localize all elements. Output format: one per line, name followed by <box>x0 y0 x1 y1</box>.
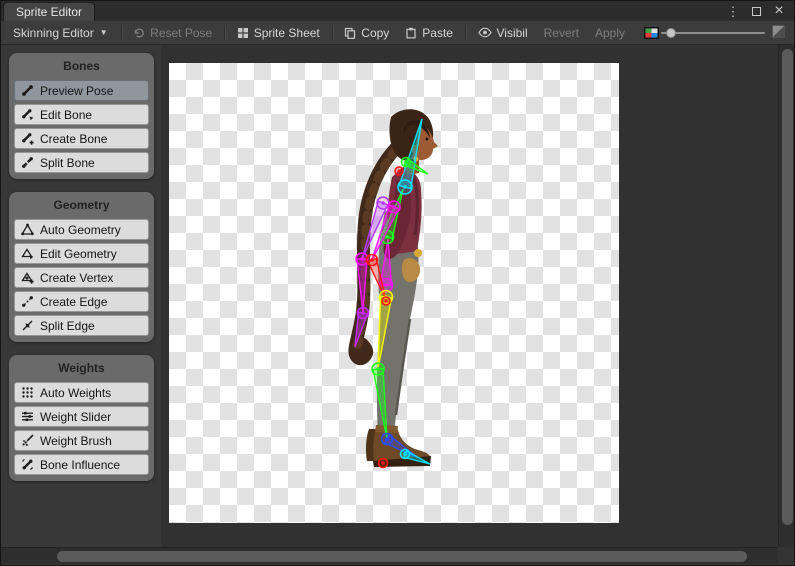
more-menu-icon[interactable]: ⋮ <box>726 4 740 18</box>
toolbar-divider <box>332 25 333 40</box>
vertical-scrollbar-thumb[interactable] <box>782 49 793 525</box>
auto-geometry-icon <box>21 223 34 236</box>
scrollbar-corner <box>778 547 795 564</box>
copy-icon <box>344 27 356 39</box>
weights-panel: Weights Auto Weights Weight Slider Weigh… <box>9 355 154 481</box>
create-edge-button[interactable]: Create Edge <box>14 291 149 312</box>
preview-pose-button[interactable]: Preview Pose <box>14 80 149 101</box>
apply-button[interactable]: Apply <box>588 24 632 42</box>
sprite-workspace[interactable] <box>169 63 619 523</box>
horizontal-scrollbar[interactable] <box>1 547 778 564</box>
zoom-slider[interactable] <box>661 25 765 41</box>
sprite-editor-window: Sprite Editor ⋮ × Skinning Editor ▼ Rese… <box>0 0 795 566</box>
tab-sprite-editor[interactable]: Sprite Editor <box>3 2 95 21</box>
edit-bone-button[interactable]: Edit Bone <box>14 104 149 125</box>
edit-geometry-button[interactable]: Edit Geometry <box>14 243 149 264</box>
create-bone-icon <box>21 132 34 145</box>
toolbar: Skinning Editor ▼ Reset Pose Sprite Shee… <box>1 21 794 45</box>
weight-brush-button[interactable]: Weight Brush <box>14 430 149 451</box>
paste-button[interactable]: Paste <box>398 24 460 42</box>
toolbar-divider <box>465 25 466 40</box>
create-vertex-icon <box>21 271 34 284</box>
vertical-scrollbar[interactable] <box>778 45 795 547</box>
editor-mode-label: Skinning Editor <box>13 26 94 40</box>
auto-weights-icon <box>21 386 34 399</box>
paste-icon <box>405 27 417 39</box>
close-icon[interactable]: × <box>772 4 786 18</box>
bones-panel-title: Bones <box>14 56 149 77</box>
geometry-panel: Geometry Auto Geometry Edit Geometry Cre… <box>9 192 154 342</box>
split-bone-button[interactable]: Split Bone <box>14 152 149 173</box>
skinning-tool-sidebar: Bones Preview Pose Edit Bone Create Bone <box>9 53 154 494</box>
tab-bar: Sprite Editor ⋮ × <box>1 1 794 21</box>
chevron-down-icon: ▼ <box>100 28 108 37</box>
preview-pose-icon <box>21 84 34 97</box>
create-vertex-button[interactable]: Create Vertex <box>14 267 149 288</box>
edit-bone-icon <box>21 108 34 121</box>
zoom-slider-track[interactable] <box>661 32 765 34</box>
create-bone-button[interactable]: Create Bone <box>14 128 149 149</box>
weight-brush-icon <box>21 434 34 447</box>
bone-influence-icon <box>21 458 34 471</box>
reset-pose-button[interactable]: Reset Pose <box>126 24 219 42</box>
sprite-sheet-icon <box>237 27 249 39</box>
editor-mode-dropdown[interactable]: Skinning Editor ▼ <box>5 24 116 42</box>
edit-geometry-icon <box>21 247 34 260</box>
sprite-sheet-button[interactable]: Sprite Sheet <box>230 24 327 42</box>
rgb-alpha-toggle-icon[interactable] <box>644 27 659 39</box>
skinning-canvas[interactable] <box>161 45 778 547</box>
bone-overlay[interactable] <box>169 63 619 523</box>
reset-icon <box>133 27 145 39</box>
auto-geometry-button[interactable]: Auto Geometry <box>14 219 149 240</box>
weight-slider-icon <box>21 410 34 423</box>
split-edge-icon <box>21 319 34 332</box>
split-bone-icon <box>21 156 34 169</box>
bones-panel: Bones Preview Pose Edit Bone Create Bone <box>9 53 154 179</box>
geometry-panel-title: Geometry <box>14 195 149 216</box>
maximize-icon[interactable] <box>749 4 763 18</box>
toolbar-divider <box>121 25 122 40</box>
horizontal-scrollbar-thumb[interactable] <box>57 551 747 562</box>
eye-icon <box>478 27 492 38</box>
weights-panel-title: Weights <box>14 358 149 379</box>
tab-title: Sprite Editor <box>16 5 82 19</box>
copy-button[interactable]: Copy <box>337 24 396 42</box>
weight-slider-button[interactable]: Weight Slider <box>14 406 149 427</box>
revert-button[interactable]: Revert <box>537 24 586 42</box>
toolbar-divider <box>224 25 225 40</box>
zoom-slider-knob[interactable] <box>666 28 676 38</box>
split-edge-button[interactable]: Split Edge <box>14 315 149 336</box>
zoom-controls <box>661 25 790 41</box>
visibility-button[interactable]: Visibil <box>471 24 535 42</box>
auto-weights-button[interactable]: Auto Weights <box>14 382 149 403</box>
bone-influence-button[interactable]: Bone Influence <box>14 454 149 475</box>
window-controls: ⋮ × <box>726 1 794 21</box>
gradient-icon[interactable] <box>772 25 785 41</box>
create-edge-icon <box>21 295 34 308</box>
